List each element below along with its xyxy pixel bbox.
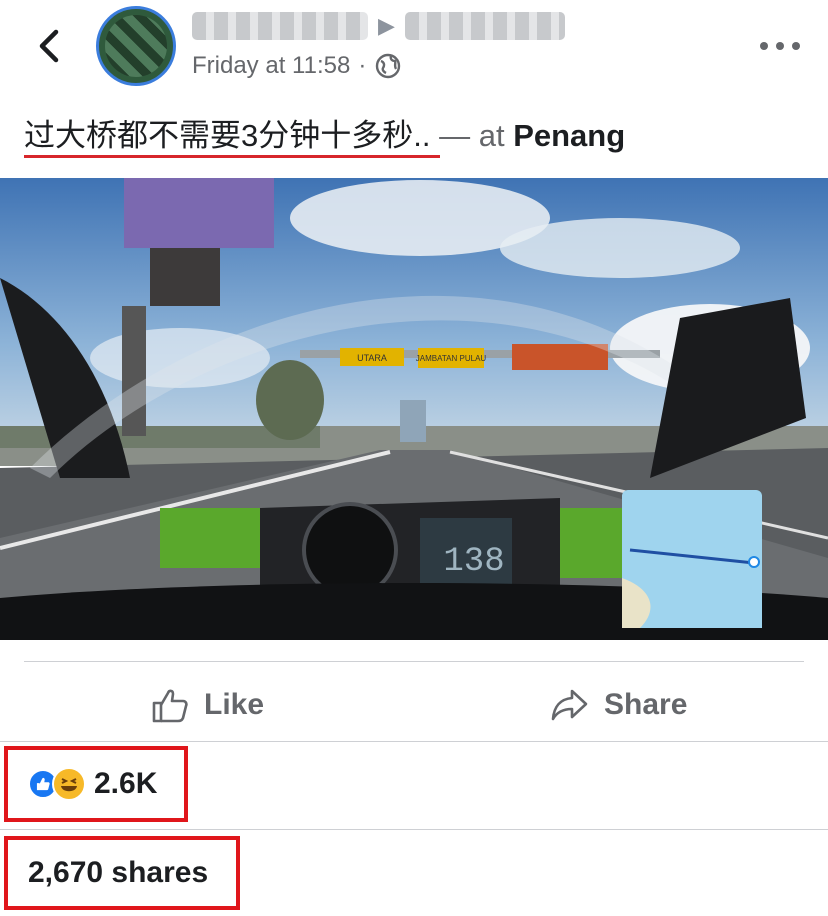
- back-button[interactable]: [32, 28, 68, 64]
- globe-icon: [376, 53, 401, 79]
- share-label: Share: [604, 688, 688, 721]
- meta-separator: ·: [358, 52, 367, 79]
- group-name-blurred[interactable]: [404, 12, 565, 40]
- more-dot: [792, 42, 800, 50]
- video-player[interactable]: UTARA JAMBATAN PULAU 138: [0, 178, 828, 640]
- back-arrow-icon: [39, 29, 59, 63]
- more-options-button[interactable]: [760, 34, 800, 58]
- triangle-arrow-icon: ▶: [378, 13, 395, 38]
- more-dot: [776, 42, 784, 50]
- reactions-summary[interactable]: 2.6K: [4, 746, 188, 822]
- more-dot: [760, 42, 768, 50]
- share-arrow-icon: [551, 689, 588, 721]
- like-label: Like: [204, 688, 265, 721]
- video-frame: UTARA JAMBATAN PULAU 138: [0, 178, 828, 640]
- post-caption: 过大桥都不需要3分钟十多秒.. — at Penang: [24, 114, 625, 158]
- post-meta: Friday at 11:58 ·: [192, 52, 402, 80]
- divider: [0, 829, 828, 830]
- author-names-redacted[interactable]: ▶: [192, 10, 565, 42]
- reaction-icons: [28, 767, 86, 801]
- place-link[interactable]: Penang: [513, 118, 625, 153]
- sign-left-text: UTARA: [357, 353, 387, 363]
- post-time[interactable]: Friday at 11:58: [192, 52, 350, 80]
- reaction-count: 2.6K: [94, 767, 158, 800]
- like-button[interactable]: Like: [150, 676, 264, 734]
- post-text: 过大桥都不需要3分钟十多秒..: [24, 118, 431, 153]
- divider: [0, 741, 828, 742]
- thumbs-up-icon: [152, 689, 188, 723]
- avatar[interactable]: [96, 6, 176, 86]
- share-button[interactable]: Share: [550, 676, 687, 734]
- shares-count[interactable]: 2,670 shares: [4, 836, 240, 910]
- at-prefix: — at: [439, 118, 505, 153]
- post-header: ▶ Friday at 11:58 ·: [0, 0, 828, 100]
- text-underline-highlight: [24, 155, 440, 158]
- haha-reaction-icon: [52, 767, 86, 801]
- divider: [24, 661, 804, 662]
- author-name-blurred[interactable]: [192, 12, 368, 40]
- speedometer-text: 138: [443, 543, 504, 581]
- sign-mid-text: JAMBATAN PULAU: [416, 354, 487, 363]
